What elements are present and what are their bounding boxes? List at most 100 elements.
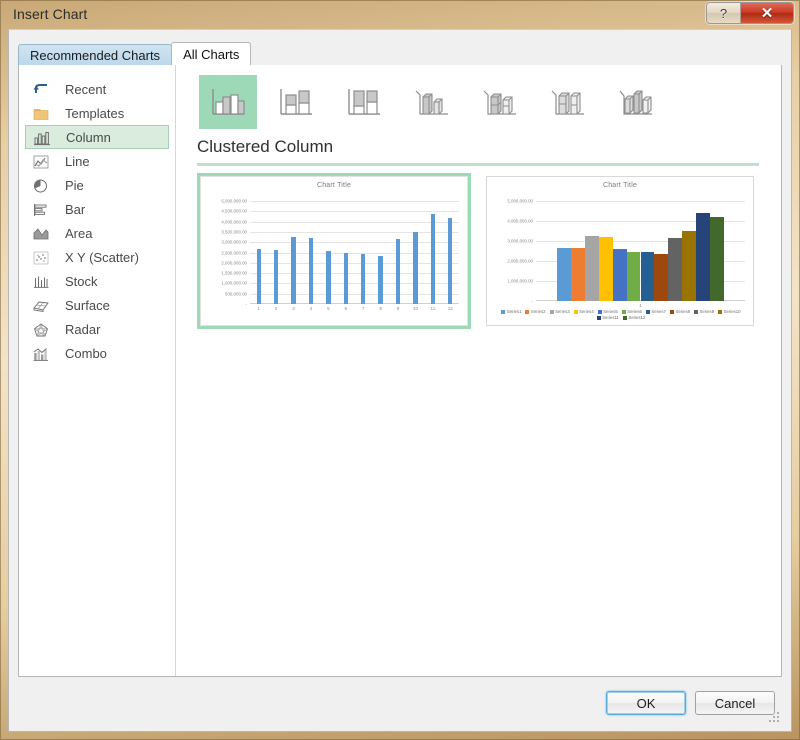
gridline xyxy=(536,201,745,202)
legend-item: Series1 xyxy=(501,309,521,314)
preview-chart-plot: 5,000,000.00 4,500,000.00 4,000,000.00 3,50… xyxy=(221,199,459,311)
chart-bar xyxy=(668,238,683,301)
legend-item: Series12 xyxy=(622,315,645,320)
tab-strip: Recommended Charts All Charts xyxy=(18,42,252,65)
sidebar-item-area[interactable]: Area xyxy=(25,221,169,245)
gridline xyxy=(250,211,459,213)
chart-bar xyxy=(710,217,725,301)
caption-button-group: ? ✕ xyxy=(706,2,794,24)
sidebar-item-scatter[interactable]: X Y (Scatter) xyxy=(25,245,169,269)
legend-swatch xyxy=(501,309,506,314)
sidebar-item-line[interactable]: Line xyxy=(25,149,169,173)
chart-bar xyxy=(570,248,585,301)
y-axis-tick-label: 2,000,000.00 xyxy=(507,258,533,264)
sidebar-item-radar[interactable]: Radar xyxy=(25,317,169,341)
legend-item: Series6 xyxy=(621,309,642,314)
chart-preview-single-series[interactable]: Chart Title 5,000,000.00 4,500,000.00 4,00… xyxy=(197,173,471,329)
gridline xyxy=(250,262,459,264)
legend-swatch xyxy=(622,315,627,320)
chart-bar xyxy=(343,253,348,304)
chart-preview-multi-series[interactable]: Chart Title 5,000,000.00 4,000,000.00 3,00… xyxy=(483,173,757,329)
preview-chart-legend: Series1 Series2 Series3 Series4 Series5 Serie… xyxy=(497,309,745,320)
all-charts-panel: Recent Templates Column Line Pie Bar Are… xyxy=(18,65,782,677)
sidebar-item-label: X Y (Scatter) xyxy=(65,249,139,265)
x-axis-tick-label: 1 xyxy=(257,306,260,311)
subtype-100-percent-stacked-column[interactable] xyxy=(335,75,393,129)
y-axis-tick-label: 2,000,000.00 xyxy=(221,260,247,266)
x-axis-tick-label: 4 xyxy=(309,306,313,311)
y-axis-tick-label: - xyxy=(531,298,533,304)
sidebar-item-column[interactable]: Column xyxy=(25,125,169,149)
percent-stacked-column-icon xyxy=(348,89,380,115)
x-axis-tick-label: 10 xyxy=(412,306,419,311)
3d-clustered-column-icon xyxy=(415,90,448,115)
chart-bar xyxy=(273,249,279,304)
sidebar-item-bar[interactable]: Bar xyxy=(25,197,169,221)
sidebar-item-combo[interactable]: Combo xyxy=(25,341,169,365)
legend-item: Series8 xyxy=(669,309,691,314)
chart-bar xyxy=(696,213,711,301)
gridline xyxy=(250,221,459,223)
gridline xyxy=(250,242,459,244)
tab-label: All Charts xyxy=(183,46,240,62)
chart-subtype-pane: Clustered Column Chart Title 5,000,000.0… xyxy=(177,65,781,676)
dialog-body: Recommended Charts All Charts Recent Tem… xyxy=(8,29,792,732)
chart-category-list[interactable]: Recent Templates Column Line Pie Bar Are… xyxy=(19,65,176,676)
legend-label: Series8 xyxy=(675,309,691,314)
subtype-3d-clustered-column[interactable] xyxy=(403,75,461,129)
folder-icon xyxy=(31,104,53,122)
gridline xyxy=(250,201,459,202)
sidebar-item-stock[interactable]: Stock xyxy=(25,269,169,293)
x-axis-tick-label: 11 xyxy=(430,306,436,311)
cancel-button-label: Cancel xyxy=(714,695,756,711)
help-button[interactable]: ? xyxy=(707,3,741,23)
x-axis-tick-label: 8 xyxy=(379,306,382,311)
y-axis-tick-label: 5,000,000.00 xyxy=(221,198,247,204)
combo-icon xyxy=(31,344,53,362)
legend-item: Series7 xyxy=(645,309,666,314)
sidebar-item-recent[interactable]: Recent xyxy=(25,77,169,101)
column-icon xyxy=(32,128,54,146)
subtype-clustered-column[interactable] xyxy=(199,75,257,129)
surface-icon xyxy=(31,296,53,314)
tab-recommended-charts[interactable]: Recommended Charts xyxy=(18,44,173,65)
recent-icon xyxy=(31,80,53,98)
sidebar-item-surface[interactable]: Surface xyxy=(25,293,169,317)
subtype-3d-column[interactable] xyxy=(607,75,665,129)
subtype-3d-stacked-column[interactable] xyxy=(471,75,529,129)
chart-bar xyxy=(430,213,435,304)
subtype-heading-divider xyxy=(197,163,759,166)
title-bar[interactable]: Insert Chart ? ✕ xyxy=(0,0,800,29)
resize-grip[interactable] xyxy=(769,710,781,722)
y-axis-tick-label: 1,500,000.00 xyxy=(221,270,247,276)
tab-label: Recommended Charts xyxy=(30,47,161,63)
chart-subtype-thumbnails xyxy=(199,75,665,129)
x-axis-line xyxy=(250,303,459,304)
x-axis-tick-label: 5 xyxy=(327,306,330,311)
sidebar-item-label: Bar xyxy=(65,201,86,217)
y-axis-tick-label: 3,000,000.00 xyxy=(221,239,247,245)
sidebar-item-templates[interactable]: Templates xyxy=(25,101,169,125)
chart-bar xyxy=(378,256,383,304)
subtype-3d-100-percent-stacked-column[interactable] xyxy=(539,75,597,129)
x-axis-tick-label: 2 xyxy=(274,306,278,311)
preview-chart-title: Chart Title xyxy=(602,182,638,189)
chart-bar xyxy=(654,254,669,301)
sidebar-item-label: Recent xyxy=(65,81,107,97)
chart-bar xyxy=(612,249,627,301)
ok-button[interactable]: OK xyxy=(606,691,686,715)
chart-bar xyxy=(556,247,571,301)
legend-swatch xyxy=(669,309,674,314)
y-axis-tick-label: 1,000,000.00 xyxy=(221,280,247,286)
gridline xyxy=(250,252,459,254)
3d-percent-stacked-column-icon xyxy=(551,90,584,115)
legend-label: Series6 xyxy=(627,309,642,314)
sidebar-item-pie[interactable]: Pie xyxy=(25,173,169,197)
subtype-stacked-column[interactable] xyxy=(267,75,325,129)
chart-bar xyxy=(640,252,655,301)
chart-bar xyxy=(584,235,599,301)
close-button[interactable]: ✕ xyxy=(741,3,793,23)
legend-item: Series11 xyxy=(596,315,619,320)
tab-all-charts[interactable]: All Charts xyxy=(171,42,252,65)
cancel-button[interactable]: Cancel xyxy=(695,691,775,715)
